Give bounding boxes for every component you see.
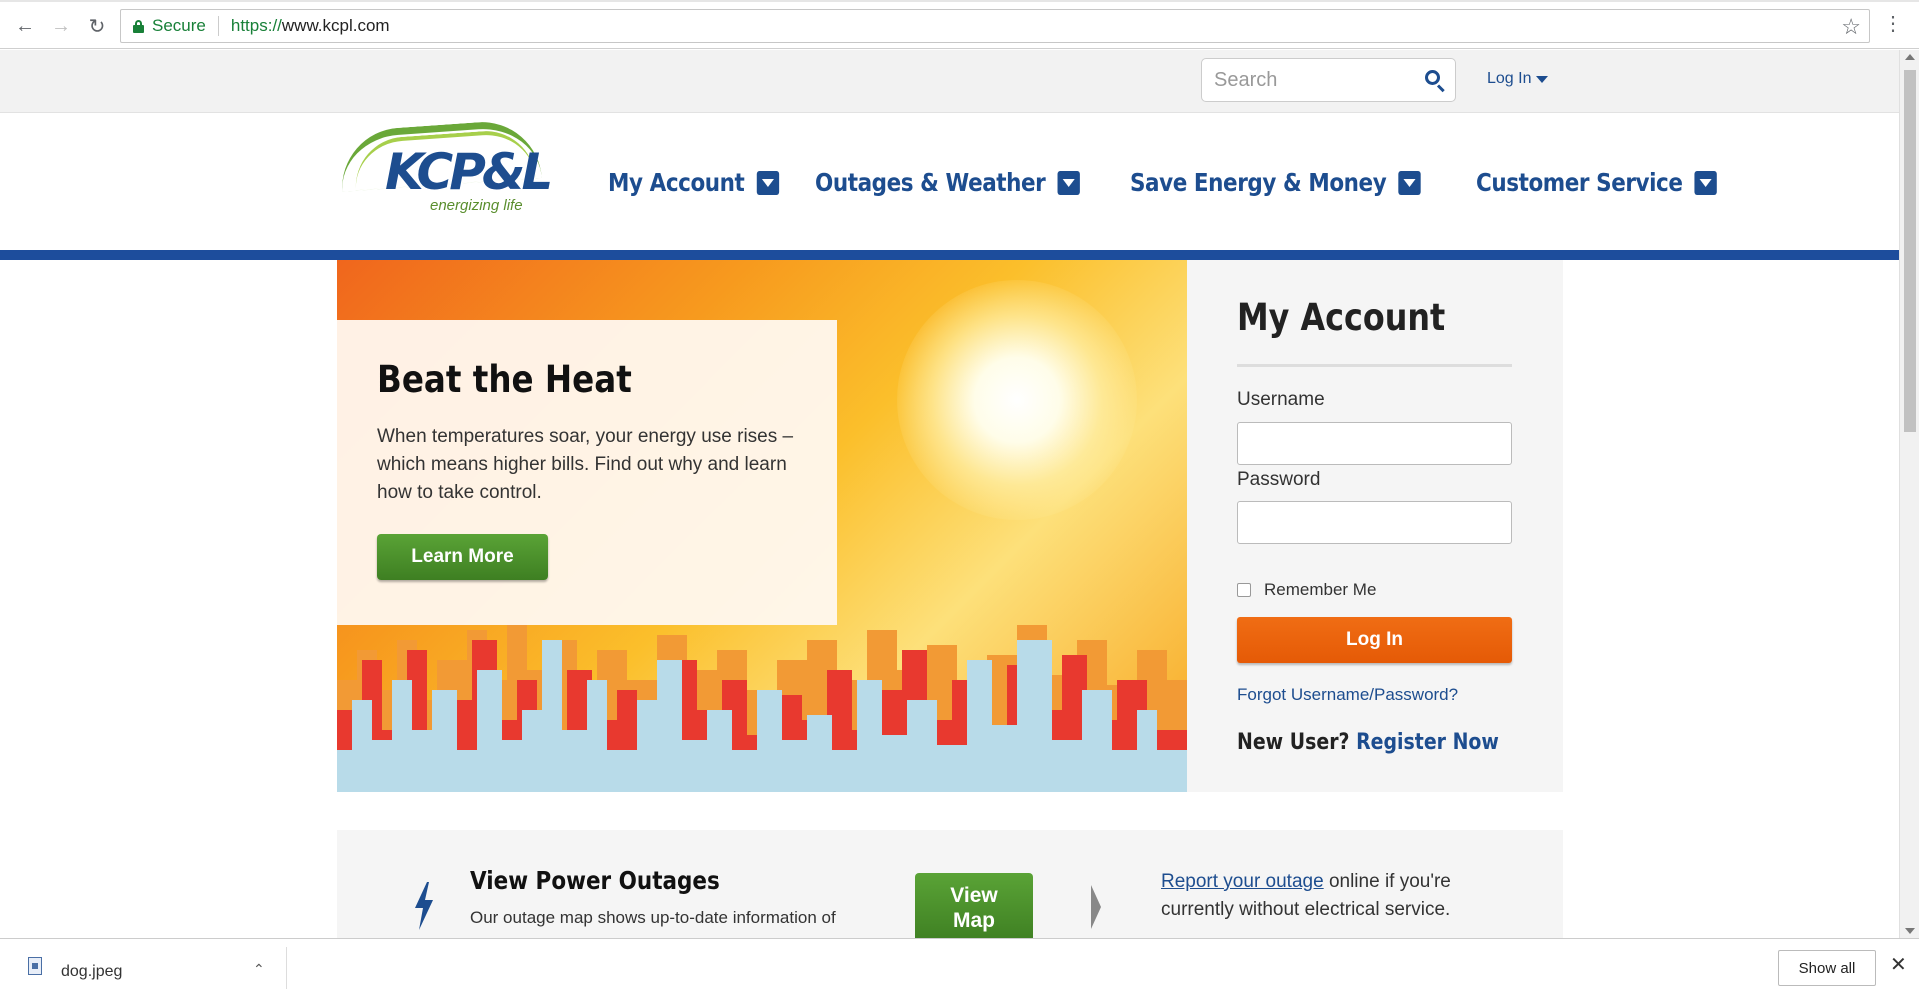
omnibox-separator	[217, 16, 219, 36]
report-outage-text: Report your outage online if you're curr…	[1161, 868, 1491, 924]
search-icon[interactable]	[1415, 60, 1455, 100]
nav-outages-weather[interactable]: Outages & Weather	[815, 168, 1080, 197]
hero-body: When temperatures soar, your energy use …	[377, 426, 794, 503]
username-field[interactable]	[1237, 422, 1512, 465]
forgot-credentials-link[interactable]: Forgot Username/Password?	[1237, 685, 1458, 705]
forward-icon[interactable]: →	[48, 13, 74, 39]
outages-section: View Power Outages Our outage map shows …	[337, 830, 1563, 938]
chevron-right-icon	[1091, 885, 1101, 929]
password-label: Password	[1237, 469, 1321, 490]
remember-me-checkbox[interactable]	[1237, 583, 1251, 597]
utility-bar: Search Log In	[0, 50, 1899, 113]
city-skyline-graphic	[337, 620, 1187, 792]
login-dropdown[interactable]: Log In	[1487, 70, 1549, 88]
download-bar: dog.jpeg ⌃ Show all ✕	[0, 938, 1919, 996]
hero-title: Beat the Heat	[377, 358, 632, 401]
username-label: Username	[1237, 389, 1325, 410]
view-map-button[interactable]: View Map	[915, 873, 1033, 938]
sun-graphic	[897, 280, 1137, 520]
remember-me: Remember Me	[1237, 580, 1376, 600]
nav-save-energy[interactable]: Save Energy & Money	[1130, 168, 1422, 197]
url-scheme: https://	[230, 16, 282, 35]
learn-more-button[interactable]: Learn More	[377, 534, 548, 580]
nav-customer-service[interactable]: Customer Service	[1476, 168, 1718, 197]
nav-label: Customer Service	[1476, 168, 1683, 197]
outages-title: View Power Outages	[470, 866, 720, 895]
nav-label: Outages & Weather	[814, 168, 1046, 197]
main-nav: My Account Outages & Weather Save Energy…	[608, 168, 1735, 197]
hero-card: Beat the Heat When temperatures soar, yo…	[337, 320, 837, 625]
secure-label: Secure	[152, 16, 206, 35]
remember-me-label: Remember Me	[1264, 580, 1377, 599]
outages-description: Our outage map shows up-to-date informat…	[470, 908, 836, 927]
scroll-up-icon[interactable]	[1905, 54, 1915, 60]
lightning-bolt-icon	[415, 882, 433, 930]
header-divider	[0, 250, 1899, 260]
report-outage-link[interactable]: Report your outage	[1161, 871, 1324, 892]
lock-icon	[133, 19, 144, 33]
page-scrollbar[interactable]	[1899, 50, 1919, 938]
chevron-down-icon[interactable]	[756, 170, 779, 195]
login-button[interactable]: Log In	[1237, 617, 1512, 663]
hero-banner: Beat the Heat When temperatures soar, yo…	[337, 260, 1187, 792]
login-link-label: Log In	[1487, 70, 1532, 87]
search-input[interactable]: Search	[1201, 58, 1456, 102]
caret-down-icon	[1536, 75, 1549, 83]
account-panel-title: My Account	[1237, 296, 1446, 339]
image-file-icon	[28, 957, 42, 975]
chevron-down-icon[interactable]	[1056, 170, 1080, 195]
nav-label: Save Energy & Money	[1130, 168, 1387, 197]
chevron-down-icon[interactable]	[1398, 170, 1422, 195]
back-icon[interactable]: ←	[12, 13, 38, 39]
address-bar[interactable]: Secure https://www.kcpl.com ☆	[120, 9, 1870, 43]
browser-toolbar: ← → ↻ Secure https://www.kcpl.com ☆ ⋮	[0, 2, 1919, 49]
download-divider	[286, 947, 287, 989]
page-viewport: Search Log In KCP&L energizing life My A…	[0, 50, 1899, 938]
new-user-line: New User? Register Now	[1237, 730, 1499, 755]
logo-wordmark: KCP&L	[385, 143, 553, 201]
search-placeholder: Search	[1214, 68, 1278, 91]
close-icon[interactable]: ✕	[1890, 955, 1907, 975]
register-now-link[interactable]: Register Now	[1356, 730, 1499, 755]
logo-tagline: energizing life	[430, 197, 523, 214]
show-all-button[interactable]: Show all	[1778, 950, 1876, 986]
kcpl-logo[interactable]: KCP&L energizing life	[338, 118, 553, 220]
chevron-up-icon[interactable]: ⌃	[253, 961, 265, 978]
url-host: www.kcpl.com	[281, 16, 390, 35]
account-panel-divider	[1237, 364, 1512, 367]
account-login-panel: My Account Username Password Remember Me…	[1187, 260, 1563, 792]
nav-label: My Account	[608, 168, 745, 197]
scroll-down-icon[interactable]	[1905, 928, 1915, 934]
new-user-label: New User?	[1237, 730, 1350, 755]
nav-my-account[interactable]: My Account	[608, 168, 779, 197]
bookmark-star-icon[interactable]: ☆	[1841, 14, 1861, 40]
download-file-name[interactable]: dog.jpeg	[61, 963, 122, 981]
scrollbar-thumb[interactable]	[1904, 70, 1916, 432]
reload-icon[interactable]: ↻	[84, 13, 110, 39]
browser-menu-icon[interactable]: ⋮	[1883, 14, 1903, 34]
password-field[interactable]	[1237, 501, 1512, 544]
chevron-down-icon[interactable]	[1695, 170, 1718, 195]
